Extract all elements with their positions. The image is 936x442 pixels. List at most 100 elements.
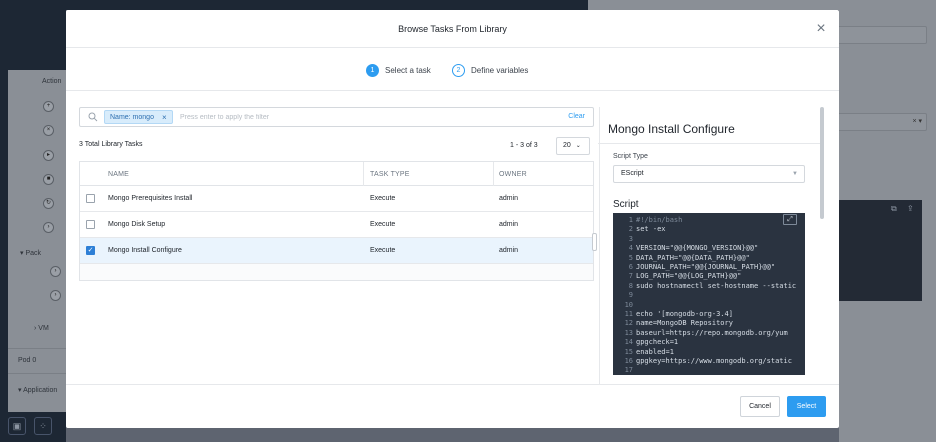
script-type-value: EScript: [621, 170, 644, 177]
task-owner: admin: [499, 247, 519, 254]
code-line: 1 #!/bin/bash: [613, 216, 683, 225]
table-row-selected[interactable]: ✓ Mongo Install Configure Execute admin: [80, 238, 593, 264]
bg-grid-icon: ⁘: [34, 417, 52, 435]
line-number: 15: [624, 347, 633, 356]
code-line: 14 gpgcheck=1: [613, 338, 679, 347]
app-topbar: [66, 0, 588, 10]
close-icon[interactable]: ×: [814, 21, 828, 37]
step-1-label: Select a task: [385, 65, 431, 75]
column-task-type[interactable]: TASK TYPE: [370, 171, 410, 178]
modal-header: Browse Tasks From Library ×: [66, 10, 839, 48]
code-line: 9: [613, 291, 636, 300]
code-line: 3: [613, 235, 636, 244]
filter-chip-label: Name: mongo: [110, 113, 154, 121]
code-line: 5 DATA_PATH="@@{DATA_PATH}@@": [613, 254, 750, 263]
bg-action-label: Action: [42, 78, 62, 85]
line-number: 16: [624, 357, 633, 365]
script-editor[interactable]: 1 #!/bin/bash 2 set -ex 3 4 VERSION="@@{MONGO_…: [613, 213, 805, 375]
line-number: 13: [624, 328, 633, 337]
tasks-table: NAME TASK TYPE OWNER Mongo Prerequisites…: [79, 161, 594, 281]
app-bottom-bar: ▣ ⁘: [0, 412, 66, 442]
step-define-variables[interactable]: 2 Define variables: [452, 63, 528, 77]
detail-title: Mongo Install Configure: [608, 122, 735, 136]
detail-scrollbar[interactable]: [820, 107, 824, 219]
code-text: gpgcheck=1: [636, 338, 679, 347]
code-text: name=MongoDB Repository: [636, 319, 733, 328]
line-number: 10: [624, 300, 633, 309]
table-row[interactable]: Mongo Disk Setup Execute admin: [80, 212, 593, 238]
bg-pack-label: ▾ Pack: [20, 250, 42, 257]
step-2-number: 2: [452, 63, 465, 77]
bg-x-icon: ×: [43, 125, 54, 136]
code-text: echo '[mongodb-org-3.4]: [636, 310, 733, 318]
filter-input[interactable]: [180, 111, 540, 123]
line-number: 1: [628, 216, 633, 224]
cancel-button[interactable]: Cancel: [740, 396, 780, 417]
select-button[interactable]: Select: [787, 396, 826, 417]
code-line: 16 gpgkey=https://www.mongodb.org/static: [613, 357, 792, 366]
bg-select-field: × ▾: [839, 113, 927, 131]
divider: [66, 90, 839, 91]
bg-stop-icon: ■: [43, 174, 54, 185]
bg-upload-icon: ⇪: [907, 204, 914, 213]
pane-resize-handle[interactable]: [592, 233, 597, 251]
code-line: 15 enabled=1: [613, 348, 674, 357]
code-text: JOURNAL_PATH="@@{JOURNAL_PATH}@@": [636, 263, 776, 271]
bg-application-label: ▾ Application: [18, 387, 58, 394]
step-select-task[interactable]: 1 Select a task: [366, 63, 431, 77]
column-name[interactable]: NAME: [108, 171, 129, 178]
row-checkbox[interactable]: [86, 220, 95, 229]
page-size-value: 20: [563, 142, 571, 149]
line-number: 12: [624, 319, 633, 328]
step-1-number: 1: [366, 63, 379, 77]
code-line: 10: [613, 301, 636, 310]
row-checkbox[interactable]: [86, 194, 95, 203]
page-size-select[interactable]: 20 ⌄: [556, 137, 590, 155]
chevron-down-icon: ⌄: [575, 143, 581, 149]
remove-chip-icon[interactable]: ×: [162, 113, 167, 122]
step-2-label: Define variables: [471, 65, 529, 75]
bg-pod-label: Pod 0: [18, 357, 37, 364]
line-number: 5: [628, 253, 633, 262]
code-line: 7 LOG_PATH="@@{LOG_PATH}@@": [613, 272, 742, 281]
line-number: 9: [628, 291, 633, 300]
expand-icon[interactable]: ⤢: [783, 214, 797, 225]
line-number: 2: [628, 225, 633, 234]
row-checkbox-checked[interactable]: ✓: [86, 246, 95, 255]
filter-bar[interactable]: Name: mongo × Clear: [79, 107, 594, 127]
task-type: Execute: [370, 195, 396, 202]
code-text: enabled=1: [636, 347, 674, 356]
divider: [66, 384, 839, 385]
browse-tasks-modal: Browse Tasks From Library × 1 Select a t…: [66, 10, 839, 428]
code-text: #!/bin/bash: [636, 216, 683, 224]
bg-terminal-icon-2: ›: [50, 266, 61, 277]
code-text: VERSION="@@{MONGO_VERSION}@@": [636, 244, 759, 253]
line-number: 3: [628, 234, 633, 243]
clear-filter-link[interactable]: Clear: [568, 113, 585, 120]
script-type-select[interactable]: EScript ▼: [613, 165, 805, 183]
code-line: 13 baseurl=https://repo.mongodb.org/yum: [613, 329, 788, 338]
code-line: 2 set -ex: [613, 225, 666, 234]
code-line: 6 JOURNAL_PATH="@@{JOURNAL_PATH}@@": [613, 263, 775, 272]
bg-code-box: ⧉ ⇪: [839, 200, 922, 301]
pagination-range: 1 - 3 of 3: [510, 142, 538, 149]
script-type-label: Script Type: [613, 153, 648, 160]
task-name: Mongo Install Configure: [108, 247, 182, 254]
code-text: LOG_PATH="@@{LOG_PATH}@@": [636, 272, 742, 281]
table-row[interactable]: Mongo Prerequisites Install Execute admi…: [80, 186, 593, 212]
script-label: Script: [613, 199, 639, 210]
line-number: 7: [628, 272, 633, 281]
bg-divider-2: [8, 373, 66, 374]
line-number: 4: [628, 244, 633, 253]
task-type: Execute: [370, 221, 396, 228]
filter-chip: Name: mongo ×: [104, 110, 173, 124]
modal-title: Browse Tasks From Library: [398, 24, 507, 34]
bg-refresh-icon: ↻: [43, 198, 54, 209]
column-owner[interactable]: OWNER: [499, 171, 527, 178]
code-line: 12 name=MongoDB Repository: [613, 319, 733, 328]
bg-terminal-icon-3: ›: [50, 290, 61, 301]
line-number: 11: [624, 310, 633, 318]
code-text: baseurl=https://repo.mongodb.org/yum: [636, 328, 788, 337]
code-text: sudo hostnamectl set-hostname --static: [636, 281, 797, 290]
task-name: Mongo Disk Setup: [108, 221, 166, 228]
